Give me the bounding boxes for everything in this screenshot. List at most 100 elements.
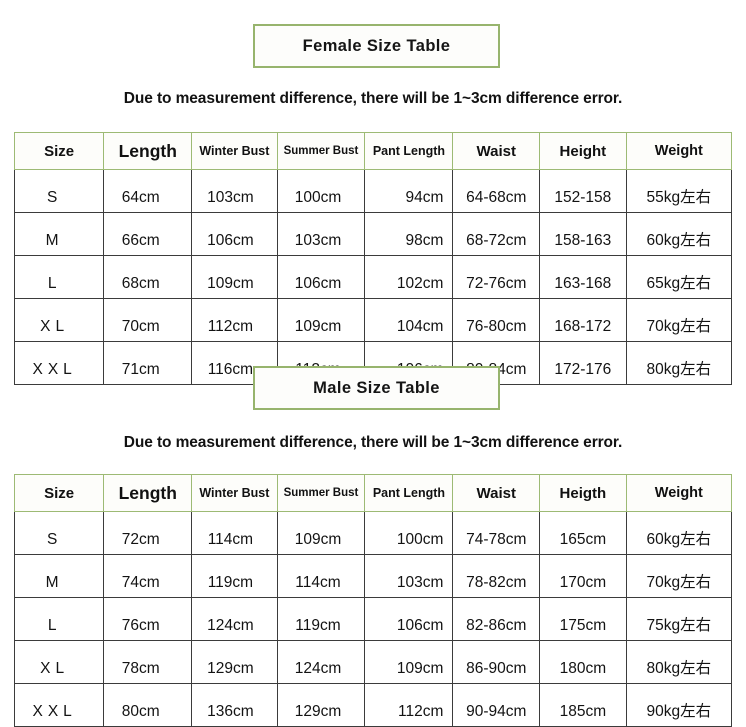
table-row: L 76cm 124cm 119cm 106cm 82-86cm 175cm 7… bbox=[13, 597, 733, 641]
cell-length: 78cm bbox=[103, 640, 193, 684]
table-row: M 66cm 106cm 103cm 98cm 68-72cm 158-163 … bbox=[13, 212, 733, 256]
cell-pant-length: 112cm bbox=[364, 683, 454, 727]
female-header-summer-bust: Summer Bust bbox=[276, 132, 366, 170]
cell-weight: 70kg左右 bbox=[625, 298, 733, 342]
table-row: S 64cm 103cm 100cm 94cm 64-68cm 152-158 … bbox=[13, 169, 733, 213]
cell-summer-bust: 106cm bbox=[276, 255, 366, 299]
cell-waist: 72-76cm bbox=[452, 255, 541, 299]
table-row: XXL 80cm 136cm 129cm 112cm 90-94cm 185cm… bbox=[13, 683, 733, 727]
male-header-pant-length: Pant Length bbox=[364, 474, 454, 512]
cell-waist: 86-90cm bbox=[452, 640, 541, 684]
male-header-summer-bust: Summer Bust bbox=[276, 474, 366, 512]
female-header-height: Height bbox=[539, 132, 627, 170]
female-header-waist: Waist bbox=[452, 132, 541, 170]
cell-winter-bust: 119cm bbox=[191, 554, 278, 598]
female-title-text: Female Size Table bbox=[302, 36, 451, 55]
female-header-pant-length: Pant Length bbox=[364, 132, 454, 170]
table-row: XL 70cm 112cm 109cm 104cm 76-80cm 168-17… bbox=[13, 298, 733, 342]
cell-pant-length: 103cm bbox=[364, 554, 454, 598]
cell-summer-bust: 100cm bbox=[276, 169, 366, 213]
cell-pant-length: 98cm bbox=[364, 212, 454, 256]
cell-length: 66cm bbox=[103, 212, 193, 256]
female-header-weight: Weight bbox=[625, 132, 733, 170]
cell-size: L bbox=[13, 255, 105, 299]
table-row: L 68cm 109cm 106cm 102cm 72-76cm 163-168… bbox=[13, 255, 733, 299]
female-header-winter-bust: Winter Bust bbox=[191, 132, 278, 170]
cell-length: 64cm bbox=[103, 169, 193, 213]
male-size-table: Size Length Winter Bust Summer Bust Pant… bbox=[13, 474, 733, 727]
cell-pant-length: 102cm bbox=[364, 255, 454, 299]
cell-summer-bust: 103cm bbox=[276, 212, 366, 256]
cell-summer-bust: 119cm bbox=[276, 597, 366, 641]
cell-waist: 90-94cm bbox=[452, 683, 541, 727]
male-header-height: Heigth bbox=[539, 474, 627, 512]
cell-weight: 70kg左右 bbox=[625, 554, 733, 598]
cell-weight: 80kg左右 bbox=[625, 341, 733, 385]
cell-weight: 75kg左右 bbox=[625, 597, 733, 641]
table-row: M 74cm 119cm 114cm 103cm 78-82cm 170cm 7… bbox=[13, 554, 733, 598]
cell-waist: 78-82cm bbox=[452, 554, 541, 598]
cell-height: 175cm bbox=[539, 597, 627, 641]
male-table-header-row: Size Length Winter Bust Summer Bust Pant… bbox=[13, 474, 733, 512]
cell-size: XXL bbox=[13, 683, 105, 727]
size-chart-page: Female Size Table Due to measurement dif… bbox=[0, 0, 746, 727]
cell-height: 180cm bbox=[539, 640, 627, 684]
male-header-winter-bust: Winter Bust bbox=[191, 474, 278, 512]
cell-height: 152-158 bbox=[539, 169, 627, 213]
cell-winter-bust: 114cm bbox=[191, 511, 278, 555]
female-table-header-row: Size Length Winter Bust Summer Bust Pant… bbox=[13, 132, 733, 170]
cell-size: S bbox=[13, 511, 105, 555]
cell-summer-bust: 109cm bbox=[276, 298, 366, 342]
cell-length: 76cm bbox=[103, 597, 193, 641]
cell-size: L bbox=[13, 597, 105, 641]
female-measurement-note: Due to measurement difference, there wil… bbox=[123, 90, 623, 107]
cell-winter-bust: 109cm bbox=[191, 255, 278, 299]
cell-length: 72cm bbox=[103, 511, 193, 555]
cell-winter-bust: 103cm bbox=[191, 169, 278, 213]
cell-length: 71cm bbox=[103, 341, 193, 385]
male-header-length: Length bbox=[103, 474, 193, 512]
female-size-table: Size Length Winter Bust Summer Bust Pant… bbox=[13, 132, 733, 385]
cell-winter-bust: 129cm bbox=[191, 640, 278, 684]
cell-length: 70cm bbox=[103, 298, 193, 342]
cell-winter-bust: 124cm bbox=[191, 597, 278, 641]
female-title-banner: Female Size Table bbox=[253, 24, 500, 68]
male-header-size: Size bbox=[13, 474, 105, 512]
cell-summer-bust: 114cm bbox=[276, 554, 366, 598]
cell-height: 170cm bbox=[539, 554, 627, 598]
cell-length: 80cm bbox=[103, 683, 193, 727]
cell-winter-bust: 112cm bbox=[191, 298, 278, 342]
table-row: XL 78cm 129cm 124cm 109cm 86-90cm 180cm … bbox=[13, 640, 733, 684]
cell-pant-length: 100cm bbox=[364, 511, 454, 555]
cell-height: 158-163 bbox=[539, 212, 627, 256]
female-header-size: Size bbox=[13, 132, 105, 170]
cell-height: 168-172 bbox=[539, 298, 627, 342]
male-measurement-note: Due to measurement difference, there wil… bbox=[123, 434, 623, 451]
cell-size: XL bbox=[13, 640, 105, 684]
cell-weight: 90kg左右 bbox=[625, 683, 733, 727]
cell-length: 68cm bbox=[103, 255, 193, 299]
female-header-length: Length bbox=[103, 132, 193, 170]
cell-waist: 68-72cm bbox=[452, 212, 541, 256]
cell-pant-length: 106cm bbox=[364, 597, 454, 641]
male-header-weight: Weight bbox=[625, 474, 733, 512]
cell-size: XL bbox=[13, 298, 105, 342]
cell-height: 163-168 bbox=[539, 255, 627, 299]
cell-summer-bust: 129cm bbox=[276, 683, 366, 727]
cell-weight: 60kg左右 bbox=[625, 511, 733, 555]
table-row: S 72cm 114cm 109cm 100cm 74-78cm 165cm 6… bbox=[13, 511, 733, 555]
cell-size: M bbox=[13, 212, 105, 256]
cell-winter-bust: 106cm bbox=[191, 212, 278, 256]
cell-height: 172-176 bbox=[539, 341, 627, 385]
cell-height: 165cm bbox=[539, 511, 627, 555]
cell-waist: 76-80cm bbox=[452, 298, 541, 342]
cell-weight: 80kg左右 bbox=[625, 640, 733, 684]
cell-size: XXL bbox=[13, 341, 105, 385]
cell-summer-bust: 109cm bbox=[276, 511, 366, 555]
cell-waist: 64-68cm bbox=[452, 169, 541, 213]
cell-weight: 60kg左右 bbox=[625, 212, 733, 256]
male-title-banner: Male Size Table bbox=[253, 366, 500, 410]
cell-size: M bbox=[13, 554, 105, 598]
cell-summer-bust: 124cm bbox=[276, 640, 366, 684]
cell-winter-bust: 136cm bbox=[191, 683, 278, 727]
